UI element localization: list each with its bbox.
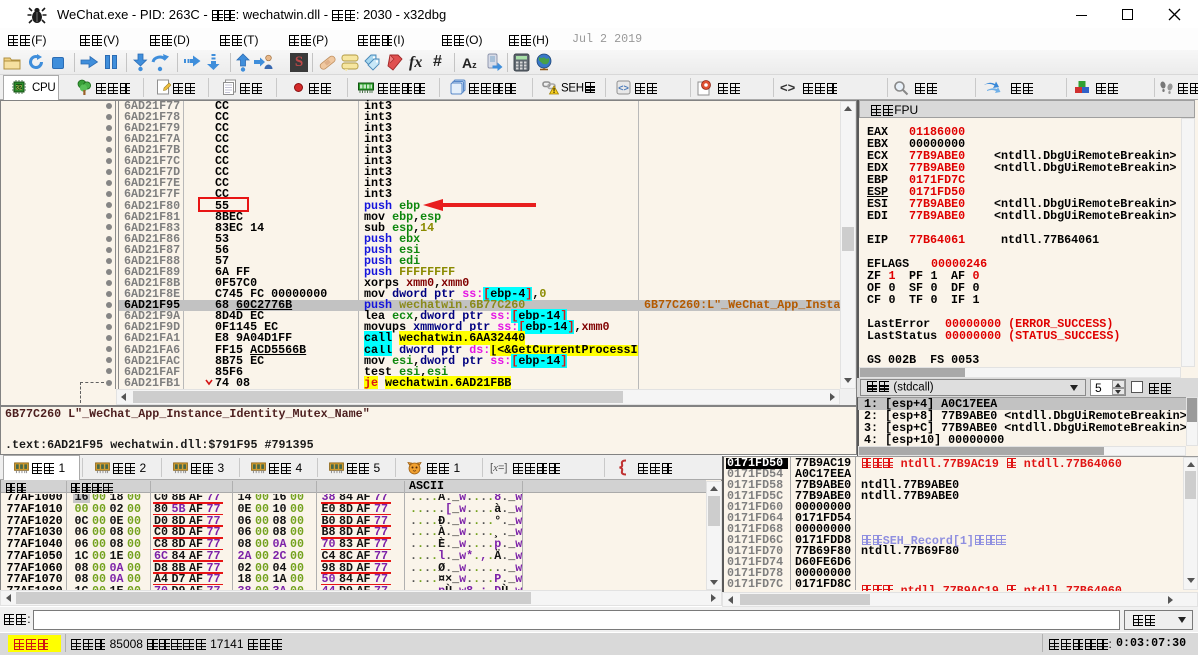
svg-text:<>: <> [618, 84, 629, 94]
svg-text:32: 32 [16, 86, 23, 92]
svg-text:!: ! [553, 88, 555, 95]
